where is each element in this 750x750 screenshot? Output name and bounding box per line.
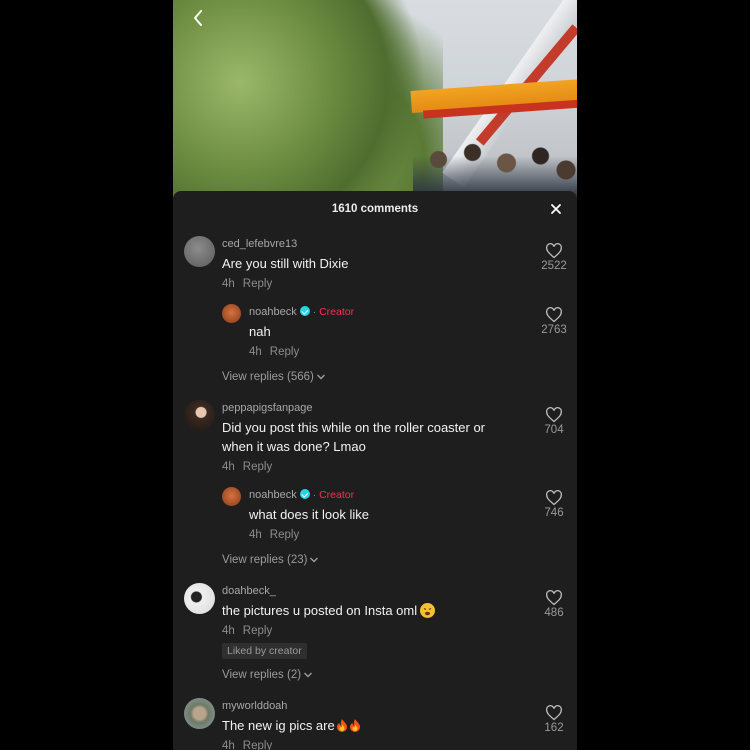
video-trees [173,0,443,200]
view-replies-button[interactable]: View replies (23) [222,554,319,566]
heart-outline-icon [546,490,562,506]
reply-username[interactable]: noahbeck · Creator [249,489,354,501]
like-button[interactable]: 2522 [534,243,574,272]
creator-avatar[interactable] [222,304,241,323]
separator-dot: · [312,490,317,501]
like-button[interactable]: 486 [534,590,574,619]
comment-text: The new ig pics are [222,716,361,735]
video-riders [413,128,577,198]
comment-username[interactable]: doahbeck_ [222,585,276,597]
comment-text-content: The new ig pics are [222,718,335,733]
view-replies-label: View replies (566) [222,371,314,383]
reply-button[interactable]: Reply [243,740,272,750]
comment-text-content: the pictures u posted on Insta oml [222,603,418,618]
fire-emoji-icon [349,719,360,732]
phone-screen: 1610 comments ced_lefebvre13 Are you sti… [173,0,577,750]
like-button[interactable]: 704 [534,407,574,436]
like-count: 704 [544,424,564,436]
comment-text: the pictures u posted on Insta oml [222,601,436,620]
avatar[interactable] [184,236,215,267]
comment-username[interactable]: ced_lefebvre13 [222,238,297,250]
chevron-down-icon [310,557,319,563]
chevron-down-icon [304,672,313,678]
reply-button[interactable]: Reply [243,278,272,290]
like-count: 2522 [541,260,567,272]
comments-sheet: 1610 comments ced_lefebvre13 Are you sti… [173,191,577,750]
avatar[interactable] [184,583,215,614]
like-button[interactable]: 746 [534,490,574,519]
view-replies-button[interactable]: View replies (2) [222,669,313,681]
like-count: 2763 [541,324,567,336]
reply-button[interactable]: Reply [243,625,272,637]
like-count: 746 [544,507,564,519]
reply-button[interactable]: Reply [243,461,272,473]
view-replies-label: View replies (2) [222,669,302,681]
reply-username[interactable]: noahbeck · Creator [249,306,354,318]
comment-text: Did you post this while on the roller co… [222,418,522,456]
comment-time: 4h [222,461,235,473]
weary-face-emoji-icon [420,603,436,618]
reply-time: 4h [249,346,262,358]
reply-button[interactable]: Reply [270,346,299,358]
reply-text: nah [249,324,271,339]
comment-meta: 4h Reply [222,461,280,473]
comment-username[interactable]: myworlddoah [222,700,287,712]
chevron-down-icon [316,374,325,380]
comments-count: 1610 comments [331,203,419,215]
comment-text: Are you still with Dixie [222,256,349,271]
reply-meta: 4h Reply [249,346,307,358]
view-replies-label: View replies (23) [222,554,308,566]
comment-username[interactable]: peppapigsfanpage [222,402,313,414]
like-button[interactable]: 2763 [534,307,574,336]
avatar[interactable] [184,400,215,431]
separator-dot: · [312,307,317,318]
comment-time: 4h [222,740,235,750]
reply-username-text: noahbeck [249,306,297,318]
reply-meta: 4h Reply [249,529,307,541]
comment-meta: 4h Reply [222,740,280,750]
heart-outline-icon [546,590,562,606]
like-count: 486 [544,607,564,619]
comment-time: 4h [222,625,235,637]
reply-text: what does it look like [249,507,369,522]
avatar[interactable] [184,698,215,729]
reply-button[interactable]: Reply [270,529,299,541]
comments-header: 1610 comments [173,191,577,229]
creator-label: Creator [319,306,355,318]
video-player[interactable] [173,0,577,200]
reply-time: 4h [249,529,262,541]
heart-outline-icon [546,243,562,259]
verified-icon [299,489,310,499]
heart-outline-icon [546,407,562,423]
fire-emoji-icon [336,719,347,732]
close-icon[interactable] [549,202,563,216]
comment-meta: 4h Reply [222,625,280,637]
back-arrow-icon[interactable] [187,6,211,30]
like-count: 162 [544,722,564,734]
view-replies-button[interactable]: View replies (566) [222,371,326,383]
creator-avatar[interactable] [222,487,241,506]
comment-text-line: Did you post this while on the roller co… [222,420,486,435]
verified-icon [299,306,310,316]
comment-meta: 4h Reply [222,278,280,290]
like-button[interactable]: 162 [534,705,574,734]
heart-outline-icon [546,307,562,323]
liked-by-creator-badge: Liked by creator [222,643,307,659]
comment-time: 4h [222,278,235,290]
heart-outline-icon [546,705,562,721]
creator-label: Creator [319,489,355,501]
comment-text-line: when it was done? Lmao [222,439,366,454]
reply-username-text: noahbeck [249,489,297,501]
